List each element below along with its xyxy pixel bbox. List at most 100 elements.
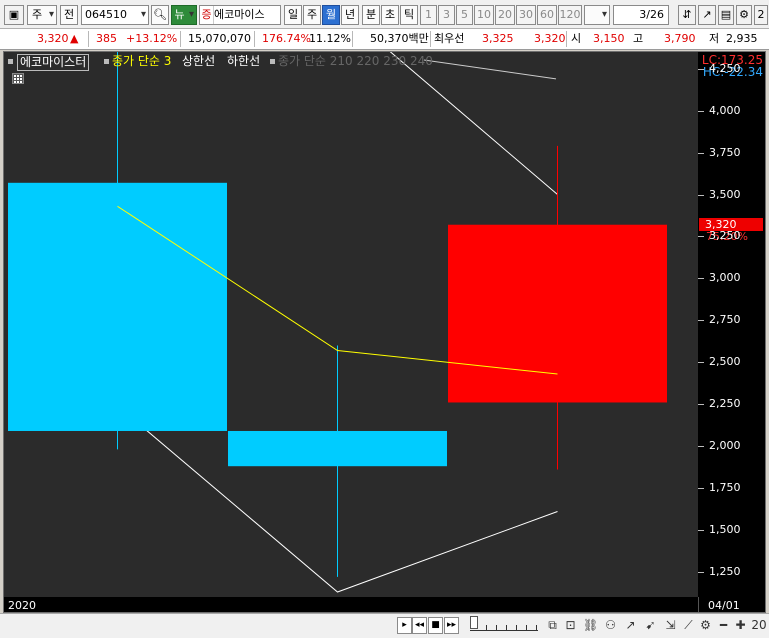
page-number[interactable]: 20 bbox=[750, 618, 768, 633]
y-tick bbox=[698, 236, 704, 238]
chart-area[interactable]: 에코마이스터 종가 단순 3 상한선 하한선 종가 단순 210 220 230… bbox=[3, 51, 766, 613]
link-icon[interactable]: ⚇ bbox=[603, 618, 618, 633]
mult-60[interactable]: 60 bbox=[537, 5, 557, 25]
bottom-toolbar: ▸ ◂◂ ■ ▸▸ ⧉ ⊡ ⛓ ⚇ ↗ ➹ ⇲ ⟋ ⚙ ━ ✚ 20 bbox=[0, 613, 769, 638]
candle-body bbox=[228, 430, 447, 467]
period-type-select[interactable]: 주 bbox=[27, 5, 57, 25]
candle-body bbox=[8, 182, 227, 431]
mult-120[interactable]: 120 bbox=[558, 5, 582, 25]
plot-area[interactable]: 에코마이스터 종가 단순 3 상한선 하한선 종가 단순 210 220 230… bbox=[4, 52, 698, 597]
y-tick bbox=[698, 152, 704, 154]
chain-icon[interactable]: ⛓ bbox=[583, 618, 598, 633]
ask-price: 3,325 bbox=[482, 32, 514, 45]
stock-code-input[interactable]: 064510 bbox=[81, 5, 149, 25]
tab-tick[interactable]: 틱 bbox=[400, 5, 418, 25]
turnover-ratio: 11.12% bbox=[309, 32, 351, 45]
window-menu-icon[interactable]: ▣ bbox=[4, 5, 24, 25]
copy-icon[interactable]: ⧉ bbox=[545, 618, 560, 633]
pin-icon[interactable]: ⇲ bbox=[663, 618, 678, 633]
stock-code-value: 064510 bbox=[85, 8, 127, 21]
y-tick-label: 4,250 bbox=[709, 61, 741, 75]
up-triangle-icon: ▲ bbox=[70, 32, 79, 45]
stock-badge: 증 bbox=[200, 6, 214, 24]
price-chart[interactable] bbox=[4, 52, 698, 597]
cursor-icon[interactable]: ➹ bbox=[643, 618, 658, 633]
mult-20[interactable]: 20 bbox=[495, 5, 515, 25]
y-tick-label: 2,750 bbox=[709, 313, 741, 327]
tab-year[interactable]: 년 bbox=[341, 5, 359, 25]
line-tool-icon[interactable]: ⟋ bbox=[681, 618, 696, 633]
low-price: 2,935 bbox=[726, 32, 758, 45]
y-tick-label: 1,250 bbox=[709, 564, 741, 578]
y-tick bbox=[698, 68, 704, 70]
upper-band-segment bbox=[423, 59, 557, 80]
stock-name-field[interactable]: 증 에코마이스 bbox=[199, 5, 281, 25]
x-label-end: 04/01 bbox=[708, 599, 740, 612]
gear-icon[interactable]: ⚙ bbox=[736, 5, 752, 25]
price-change: 385 bbox=[96, 32, 117, 45]
minus-icon[interactable]: ━ bbox=[716, 618, 731, 633]
extra-dropdown[interactable] bbox=[584, 5, 610, 25]
chart-type-icon[interactable]: ↗ bbox=[698, 5, 716, 25]
tab-day[interactable]: 일 bbox=[284, 5, 302, 25]
mult-5[interactable]: 5 bbox=[456, 5, 473, 25]
y-tick-label: 2,250 bbox=[709, 397, 741, 411]
stock-name: 에코마이스 bbox=[214, 8, 265, 21]
chart-window: ▣ 주 전 064510 🔍︎ 뉴 증에코마이스 일 주 월 년 분 초 틱 1… bbox=[0, 0, 769, 638]
y-axis[interactable]: LC:173.25 HC:-22.34 3,320 75.20% 1,250 1,… bbox=[698, 52, 765, 597]
mult-1[interactable]: 1 bbox=[420, 5, 437, 25]
y-tick bbox=[698, 110, 704, 112]
y-tick-label: 3,750 bbox=[709, 145, 741, 159]
y-tick-label: 3,000 bbox=[709, 271, 741, 285]
rewind-button[interactable]: ◂◂ bbox=[412, 617, 427, 634]
tab-month[interactable]: 월 bbox=[322, 5, 340, 25]
quote-bar: 3,320 ▲ 385 +13.12% 15,070,070 176.74% 1… bbox=[0, 29, 769, 50]
period-type-value: 주 bbox=[31, 8, 43, 21]
y-tick-label: 3,500 bbox=[709, 187, 741, 201]
settings-icon[interactable]: ⚙ bbox=[698, 618, 713, 633]
open-label: 시 bbox=[571, 32, 582, 45]
sync-icon[interactable]: ⇵ bbox=[678, 5, 696, 25]
plus-icon[interactable]: ✚ bbox=[733, 618, 748, 633]
legend-lower-band[interactable]: 하한선 bbox=[227, 54, 260, 69]
open-price: 3,150 bbox=[593, 32, 625, 45]
y-tick-label: 1,750 bbox=[709, 481, 741, 494]
more-icon[interactable]: 2 bbox=[754, 5, 768, 25]
y-tick bbox=[698, 446, 704, 448]
grid-icon[interactable] bbox=[12, 73, 24, 84]
stop-button[interactable]: ■ bbox=[428, 617, 443, 634]
zoom-icon[interactable]: ⊡ bbox=[563, 618, 578, 633]
legend-stock-name[interactable]: 에코마이스터 bbox=[17, 54, 90, 71]
volume: 15,070,070 bbox=[188, 32, 251, 45]
legend-marker bbox=[104, 59, 109, 64]
legend-upper-band[interactable]: 상한선 bbox=[182, 54, 215, 69]
mult-30[interactable]: 30 bbox=[516, 5, 536, 25]
arrow-icon[interactable]: ↗ bbox=[623, 618, 638, 633]
current-price: 3,320 bbox=[37, 32, 69, 45]
legend-marker bbox=[8, 59, 13, 64]
legend-ma-multi[interactable]: 종가 단순 210 220 230 240 bbox=[278, 54, 433, 69]
x-axis: 2020 04/01 bbox=[4, 597, 765, 612]
tab-minute[interactable]: 분 bbox=[362, 5, 380, 25]
search-button[interactable]: 🔍︎ bbox=[151, 5, 169, 25]
play-button[interactable]: ▸ bbox=[397, 617, 412, 634]
news-button[interactable]: 뉴 bbox=[171, 5, 197, 25]
page-counter[interactable]: 3/26 bbox=[613, 5, 669, 25]
upper-band-line bbox=[389, 52, 558, 195]
high-label: 고 bbox=[633, 32, 644, 45]
y-tick-label: 3,250 bbox=[709, 229, 741, 243]
tab-second[interactable]: 초 bbox=[381, 5, 399, 25]
zoom-slider-knob[interactable] bbox=[470, 616, 478, 629]
y-tick-label: 1,500 bbox=[709, 522, 741, 536]
zoom-slider[interactable] bbox=[470, 616, 538, 631]
mult-3[interactable]: 3 bbox=[438, 5, 455, 25]
mult-10[interactable]: 10 bbox=[474, 5, 494, 25]
y-tick bbox=[698, 488, 704, 489]
forward-button[interactable]: ▸▸ bbox=[444, 617, 459, 634]
tab-week[interactable]: 주 bbox=[303, 5, 321, 25]
legend-ma[interactable]: 종가 단순 3 bbox=[112, 54, 171, 69]
save-icon[interactable]: ▤ bbox=[718, 5, 734, 25]
y-tick bbox=[698, 571, 704, 573]
prefix-button[interactable]: 전 bbox=[60, 5, 78, 25]
trade-amount: 50,370백만 bbox=[370, 32, 429, 45]
